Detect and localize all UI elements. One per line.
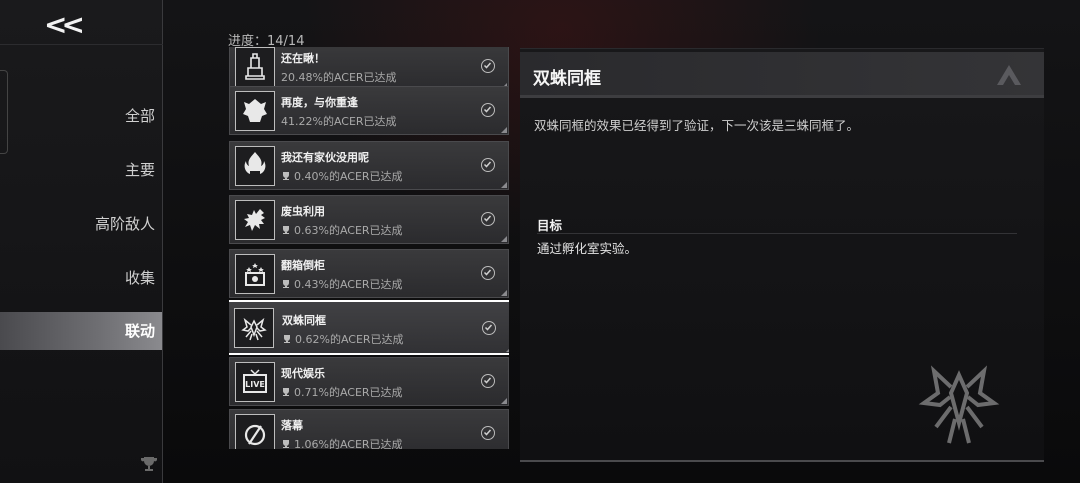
goal-divider bbox=[537, 233, 1017, 234]
achievement-item[interactable]: 再度，与你重逢 41.22%的ACER已达成 bbox=[229, 86, 509, 135]
achievement-rate: 0.71%的ACER已达成 bbox=[281, 384, 403, 400]
no-sign-icon bbox=[235, 414, 275, 449]
achievement-rate-text: 0.71%的ACER已达成 bbox=[294, 386, 403, 399]
category-tab-main[interactable]: 主要 bbox=[0, 151, 162, 189]
corner-decoration bbox=[501, 127, 507, 133]
achievement-title: 落幕 bbox=[281, 419, 303, 432]
achievement-rate: 0.43%的ACER已达成 bbox=[281, 276, 403, 292]
achievement-title: 现代娱乐 bbox=[281, 367, 325, 380]
spider-emblem-icon bbox=[916, 361, 1002, 451]
check-icon bbox=[481, 59, 495, 73]
corner-decoration bbox=[506, 346, 509, 352]
achievement-rate: 0.40%的ACER已达成 bbox=[281, 168, 403, 184]
spider-icon bbox=[234, 308, 274, 348]
trophy-small-icon bbox=[282, 334, 292, 344]
back-button[interactable]: << bbox=[44, 10, 90, 40]
achievement-item-selected[interactable]: 双蛛同框 0.62%的ACER已达成 bbox=[229, 300, 509, 355]
check-icon bbox=[481, 103, 495, 117]
category-tab-collection[interactable]: 收集 bbox=[0, 259, 162, 297]
achievement-list[interactable]: 还在瞅！ 20.48%的ACER已达成 再度，与你重逢 41.22%的ACER已… bbox=[229, 47, 509, 449]
fire-head-icon bbox=[235, 146, 275, 186]
detail-header: 双蛛同框 bbox=[520, 52, 1044, 98]
check-icon bbox=[481, 266, 495, 280]
category-tab-collab[interactable]: 联动 bbox=[0, 312, 162, 350]
check-icon bbox=[482, 321, 496, 335]
achievement-title: 我还有家伙没用呢 bbox=[281, 151, 369, 164]
corner-decoration bbox=[501, 290, 507, 296]
goal-text: 通过孵化室实验。 bbox=[537, 241, 638, 256]
achievement-title: 再度，与你重逢 bbox=[281, 96, 358, 109]
trophy-small-icon bbox=[281, 225, 291, 235]
trophy-icon bbox=[140, 456, 158, 472]
achievement-rate-text: 1.06%的ACER已达成 bbox=[294, 438, 403, 449]
achievement-item[interactable]: 废虫利用 0.63%的ACER已达成 bbox=[229, 195, 509, 244]
category-tab-all[interactable]: 全部 bbox=[0, 97, 162, 135]
trophy-small-icon bbox=[281, 387, 291, 397]
monument-icon bbox=[235, 47, 275, 87]
achievement-item[interactable]: 还在瞅！ 20.48%的ACER已达成 bbox=[229, 47, 509, 91]
sidebar-divider bbox=[0, 44, 163, 45]
achievements-screen: { "sidebar": { "back_label": "<<", "item… bbox=[0, 0, 1080, 483]
corner-decoration bbox=[501, 236, 507, 242]
achievement-item[interactable]: LIVE 现代娱乐 0.71%的ACER已达成 bbox=[229, 357, 509, 406]
achievement-rate-text: 0.43%的ACER已达成 bbox=[294, 278, 403, 291]
achievement-rate-text: 0.63%的ACER已达成 bbox=[294, 224, 403, 237]
achievement-title: 还在瞅！ bbox=[281, 52, 325, 65]
achievement-item[interactable]: 落幕 1.06%的ACER已达成 bbox=[229, 409, 509, 449]
achievement-title: 废虫利用 bbox=[281, 205, 325, 218]
detail-bottom-border bbox=[520, 460, 1044, 462]
achievement-rate: 0.63%的ACER已达成 bbox=[281, 222, 403, 238]
achievement-rate-text: 0.62%的ACER已达成 bbox=[295, 333, 404, 346]
corner-decoration bbox=[501, 398, 507, 404]
corner-decoration bbox=[501, 182, 507, 188]
bug-icon bbox=[235, 200, 275, 240]
trophy-small-icon bbox=[281, 171, 291, 181]
check-icon bbox=[481, 426, 495, 440]
achievement-rate: 41.22%的ACER已达成 bbox=[281, 115, 397, 128]
achievement-rate-text: 0.40%的ACER已达成 bbox=[294, 170, 403, 183]
category-tab-elite-enemies[interactable]: 高阶敌人 bbox=[0, 205, 162, 243]
detail-description: 双蛛同框的效果已经得到了验证，下一次该是三蛛同框了。 bbox=[534, 118, 860, 133]
live-tv-icon: LIVE bbox=[235, 362, 275, 402]
goal-label: 目标 bbox=[537, 218, 563, 233]
achievement-title: 翻箱倒柜 bbox=[281, 259, 325, 272]
achievement-rate: 20.48%的ACER已达成 bbox=[281, 71, 397, 84]
beast-icon bbox=[235, 91, 275, 131]
check-icon bbox=[481, 212, 495, 226]
brand-logo-icon bbox=[996, 64, 1022, 86]
chest-icon bbox=[235, 254, 275, 294]
achievement-item[interactable]: 翻箱倒柜 0.43%的ACER已达成 bbox=[229, 249, 509, 298]
achievement-item[interactable]: 我还有家伙没用呢 0.40%的ACER已达成 bbox=[229, 141, 509, 190]
check-icon bbox=[481, 374, 495, 388]
achievement-title: 双蛛同框 bbox=[282, 314, 326, 327]
check-icon bbox=[481, 158, 495, 172]
trophy-small-icon bbox=[281, 279, 291, 289]
trophy-small-icon bbox=[281, 439, 291, 449]
achievement-rate: 0.62%的ACER已达成 bbox=[282, 331, 404, 347]
achievement-detail-panel: 双蛛同框 双蛛同框的效果已经得到了验证，下一次该是三蛛同框了。 目标 通过孵化室… bbox=[520, 48, 1044, 462]
detail-title: 双蛛同框 bbox=[533, 69, 601, 89]
achievement-rate: 1.06%的ACER已达成 bbox=[281, 436, 403, 449]
svg-text:LIVE: LIVE bbox=[245, 380, 265, 389]
category-sidebar: << 全部 主要 高阶敌人 收集 联动 bbox=[0, 0, 163, 483]
